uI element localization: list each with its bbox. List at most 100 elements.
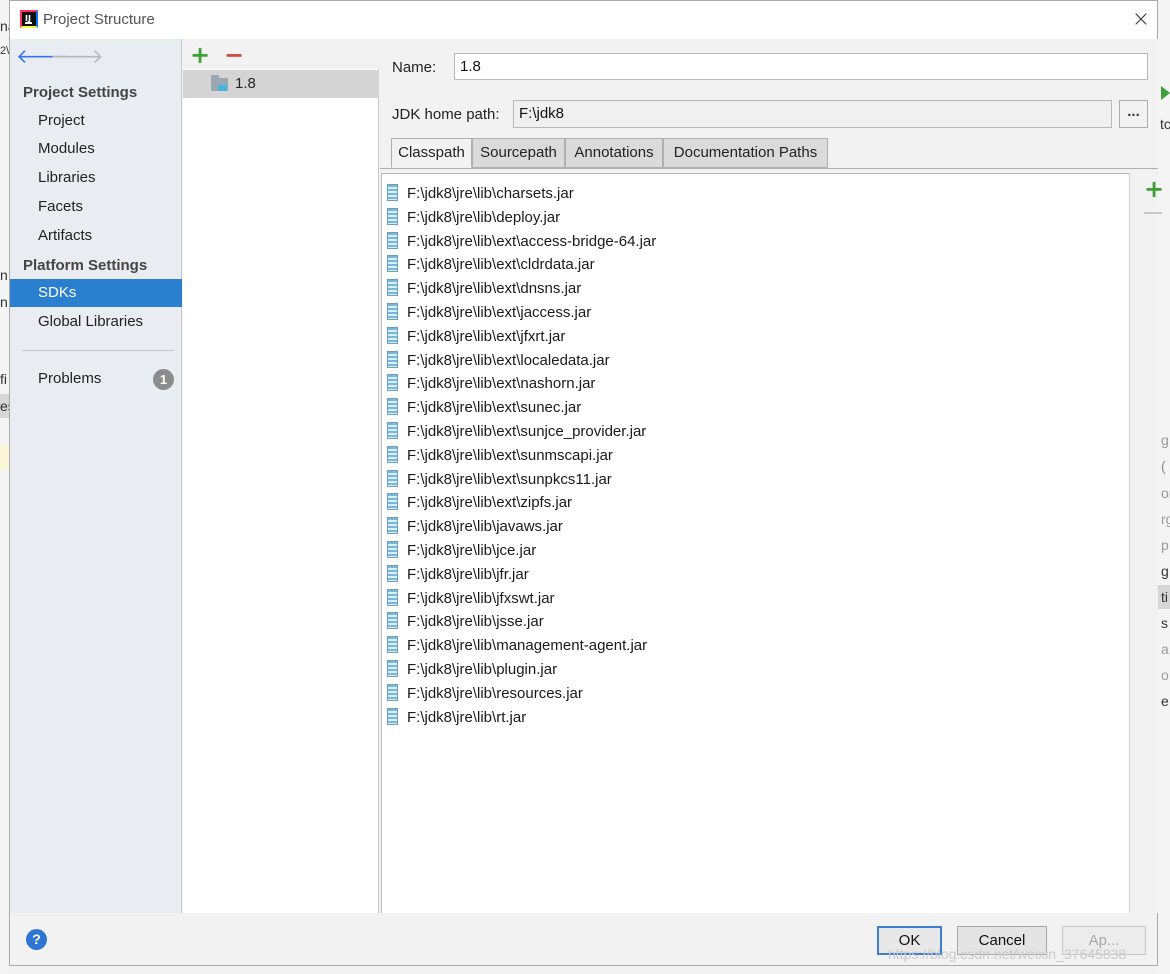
- nav-item-modules[interactable]: Modules: [10, 135, 182, 163]
- jdk-folder-icon: [211, 75, 228, 91]
- classpath-list-item[interactable]: F:\jdk8\jre\lib\ext\dnsns.jar: [382, 277, 1122, 301]
- tab-sourcepath[interactable]: Sourcepath: [472, 138, 565, 168]
- classpath-list-item[interactable]: F:\jdk8\jre\lib\ext\jfxrt.jar: [382, 325, 1122, 349]
- settings-navigation: 🡐 🡒 Project Settings Project Modules Lib…: [10, 39, 182, 913]
- classpath-list-item[interactable]: F:\jdk8\jre\lib\ext\sunjce_provider.jar: [382, 420, 1122, 444]
- classpath-item-label: F:\jdk8\jre\lib\ext\sunmscapi.jar: [407, 446, 613, 464]
- add-sdk-icon[interactable]: +: [190, 43, 210, 67]
- nav-item-facets[interactable]: Facets: [10, 193, 182, 221]
- jar-file-icon: [387, 303, 398, 320]
- jar-file-icon: [387, 493, 398, 511]
- jar-file-icon: [387, 326, 398, 344]
- sdk-list-item-label: 1.8: [235, 75, 256, 92]
- classpath-item-label: F:\jdk8\jre\lib\resources.jar: [407, 684, 583, 702]
- background-text-fragment: ti: [1161, 589, 1168, 605]
- nav-item-libraries[interactable]: Libraries: [10, 164, 182, 192]
- jar-file-icon: [387, 683, 398, 701]
- classpath-list-item[interactable]: F:\jdk8\jre\lib\ext\zipfs.jar: [382, 491, 1122, 515]
- classpath-list-item[interactable]: F:\jdk8\jre\lib\charsets.jar: [382, 182, 1122, 206]
- classpath-list-item[interactable]: F:\jdk8\jre\lib\ext\jaccess.jar: [382, 301, 1122, 325]
- jar-file-icon: [387, 279, 398, 297]
- classpath-item-label: F:\jdk8\jre\lib\jce.jar: [407, 542, 537, 559]
- classpath-list-item[interactable]: F:\jdk8\jre\lib\ext\sunmscapi.jar: [382, 444, 1122, 468]
- classpath-list-item[interactable]: F:\jdk8\jre\lib\jfr.jar: [382, 563, 1122, 587]
- background-text-fragment: p: [1161, 537, 1169, 553]
- jar-file-icon: [387, 564, 398, 582]
- classpath-list-item[interactable]: F:\jdk8\jre\lib\ext\nashorn.jar: [382, 372, 1122, 396]
- classpath-list-item[interactable]: F:\jdk8\jre\lib\rt.jar: [382, 706, 1122, 730]
- project-settings-header: Project Settings: [23, 84, 138, 101]
- jar-file-icon: [387, 422, 398, 439]
- remove-classpath-icon[interactable]: [1144, 212, 1162, 214]
- problems-count-badge: 1: [153, 369, 174, 390]
- classpath-list-item[interactable]: F:\jdk8\jre\lib\jce.jar: [382, 539, 1122, 563]
- background-text-fragment: fi: [0, 371, 7, 387]
- classpath-item-label: F:\jdk8\jre\lib\ext\dnsns.jar: [407, 280, 582, 298]
- classpath-list-item[interactable]: F:\jdk8\jre\lib\ext\localedata.jar: [382, 349, 1122, 373]
- classpath-item-label: F:\jdk8\jre\lib\jsse.jar: [407, 613, 544, 631]
- classpath-item-label: F:\jdk8\jre\lib\plugin.jar: [407, 661, 558, 678]
- classpath-item-label: F:\jdk8\jre\lib\ext\sunjce_provider.jar: [407, 423, 647, 440]
- jar-file-icon: [387, 469, 398, 487]
- add-classpath-icon[interactable]: +: [1144, 177, 1164, 201]
- jar-file-icon: [387, 707, 398, 725]
- nav-item-sdks[interactable]: SDKs: [10, 279, 182, 307]
- jar-file-icon: [387, 612, 398, 630]
- jdk-home-path-field[interactable]: F:\jdk8: [513, 100, 1112, 128]
- background-text-fragment: o: [1161, 667, 1169, 683]
- nav-item-project[interactable]: Project: [10, 107, 182, 135]
- classpath-list-item[interactable]: F:\jdk8\jre\lib\plugin.jar: [382, 658, 1122, 682]
- tab-documentation-paths[interactable]: Documentation Paths: [663, 138, 828, 168]
- name-label: Name:: [392, 59, 437, 76]
- background-text-fragment: rg: [1161, 511, 1170, 527]
- background-text-fragment: a: [1161, 641, 1169, 657]
- jar-file-icon: [387, 231, 398, 249]
- classpath-item-label: F:\jdk8\jre\lib\jfr.jar: [407, 565, 529, 583]
- classpath-item-label: F:\jdk8\jre\lib\management-agent.jar: [407, 637, 648, 655]
- sdk-name-field[interactable]: 1.8: [454, 53, 1148, 80]
- tab-classpath[interactable]: Classpath: [391, 138, 472, 168]
- jdk-home-path-label: JDK home path:: [392, 106, 500, 123]
- forward-arrow-icon[interactable]: 🡒: [50, 46, 104, 66]
- classpath-list-item[interactable]: F:\jdk8\jre\lib\jfxswt.jar: [382, 587, 1122, 611]
- background-text-fragment: 2\: [0, 45, 10, 57]
- classpath-item-label: F:\jdk8\jre\lib\rt.jar: [407, 708, 527, 726]
- window-title: Project Structure: [43, 11, 155, 28]
- classpath-list-item[interactable]: F:\jdk8\jre\lib\management-agent.jar: [382, 634, 1122, 658]
- classpath-item-label: F:\jdk8\jre\lib\charsets.jar: [407, 185, 574, 202]
- close-button[interactable]: ×: [1128, 7, 1154, 33]
- nav-item-artifacts[interactable]: Artifacts: [10, 222, 182, 250]
- classpath-item-label: F:\jdk8\jre\lib\ext\access-bridge-64.jar: [407, 232, 657, 250]
- remove-sdk-icon[interactable]: −: [224, 43, 244, 67]
- nav-divider: [22, 350, 174, 351]
- classpath-list-item[interactable]: F:\jdk8\jre\lib\javaws.jar: [382, 515, 1122, 539]
- classpath-list-item[interactable]: F:\jdk8\jre\lib\jsse.jar: [382, 610, 1122, 634]
- classpath-item-label: F:\jdk8\jre\lib\ext\localedata.jar: [407, 351, 610, 369]
- classpath-list-item[interactable]: F:\jdk8\jre\lib\ext\access-bridge-64.jar: [382, 230, 1122, 254]
- browse-button[interactable]: ...: [1119, 100, 1148, 128]
- help-icon[interactable]: ?: [26, 929, 47, 950]
- sdk-list-item[interactable]: 1.8: [183, 70, 379, 98]
- background-highlight-strip: [0, 445, 9, 469]
- classpath-item-label: F:\jdk8\jre\lib\ext\jaccess.jar: [407, 304, 592, 321]
- jar-file-icon: [387, 350, 398, 368]
- tab-divider: [380, 168, 1158, 169]
- background-text-fragment: g: [1161, 563, 1169, 579]
- classpath-list-item[interactable]: F:\jdk8\jre\lib\ext\sunec.jar: [382, 396, 1122, 420]
- jar-file-icon: [387, 374, 398, 392]
- jar-file-icon: [387, 588, 398, 606]
- classpath-list-item[interactable]: F:\jdk8\jre\lib\ext\sunpkcs11.jar: [382, 468, 1122, 492]
- classpath-item-label: F:\jdk8\jre\lib\jfxswt.jar: [407, 589, 555, 607]
- background-text-fragment: s: [1161, 615, 1168, 631]
- background-ide-right-edge: tc g ( or rg p g ti s a o e: [1158, 0, 1170, 974]
- classpath-item-label: F:\jdk8\jre\lib\ext\nashorn.jar: [407, 375, 596, 393]
- classpath-list-item[interactable]: F:\jdk8\jre\lib\resources.jar: [382, 682, 1122, 706]
- classpath-list-item[interactable]: F:\jdk8\jre\lib\ext\cldrdata.jar: [382, 253, 1122, 277]
- jar-file-icon: [387, 184, 398, 201]
- list-toolbar-divider: [1129, 173, 1130, 913]
- classpath-list-item[interactable]: F:\jdk8\jre\lib\deploy.jar: [382, 206, 1122, 230]
- nav-item-global-libraries[interactable]: Global Libraries: [10, 308, 182, 336]
- classpath-item-label: F:\jdk8\jre\lib\ext\jfxrt.jar: [407, 327, 566, 345]
- classpath-list[interactable]: F:\jdk8\jre\lib\charsets.jar F:\jdk8\jre\…: [381, 173, 1129, 913]
- tab-annotations[interactable]: Annotations: [565, 138, 663, 168]
